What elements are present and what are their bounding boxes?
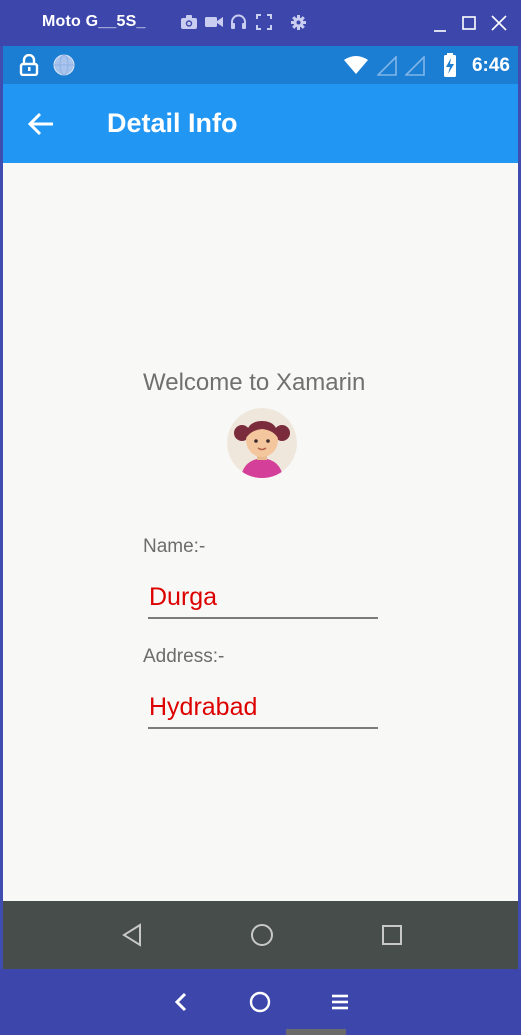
video-icon[interactable] — [204, 14, 224, 30]
camera-icon[interactable] — [180, 14, 198, 30]
menu-icon[interactable] — [325, 987, 355, 1017]
girl-avatar-icon — [227, 408, 297, 478]
chevron-left-icon[interactable] — [166, 987, 196, 1017]
detail-content: Welcome to Xamarin Name:- Address:- — [3, 163, 518, 901]
device-name: Moto G__5S_ — [42, 13, 146, 30]
minimize-icon[interactable] — [432, 12, 448, 34]
back-triangle-icon[interactable] — [119, 921, 147, 949]
resize-handle[interactable] — [286, 1029, 346, 1035]
globe-icon — [53, 54, 75, 76]
maximize-icon[interactable] — [461, 12, 477, 34]
signal-icon — [405, 56, 425, 76]
welcome-text: Welcome to Xamarin — [143, 369, 366, 396]
emulator-navigation-bar — [0, 969, 521, 1035]
lock-icon — [19, 54, 39, 76]
status-time: 6:46 — [471, 55, 510, 76]
name-label: Name:- — [143, 536, 206, 557]
arrow-left-icon[interactable] — [21, 104, 61, 144]
headphones-icon[interactable] — [230, 14, 247, 30]
home-circle-icon[interactable] — [248, 921, 276, 949]
emulator-title-bar: Moto G__5S_ — [0, 0, 521, 46]
address-label: Address:- — [143, 646, 225, 667]
address-field[interactable] — [148, 687, 378, 729]
fullscreen-icon[interactable] — [256, 14, 272, 30]
device-screen: 6:46 Detail Info Welcome to Xamarin Name… — [3, 46, 518, 969]
home-circle-icon[interactable] — [245, 987, 275, 1017]
wifi-icon — [344, 56, 368, 74]
close-icon[interactable] — [490, 12, 508, 34]
app-bar: Detail Info — [3, 84, 518, 163]
battery-charging-icon — [444, 53, 456, 77]
status-bar: 6:46 — [3, 46, 518, 84]
signal-icon — [377, 56, 397, 76]
page-title: Detail Info — [107, 108, 238, 138]
name-field[interactable] — [148, 577, 378, 619]
device-navigation-bar — [3, 901, 518, 969]
recents-square-icon[interactable] — [378, 921, 406, 949]
gear-icon[interactable] — [290, 14, 307, 31]
